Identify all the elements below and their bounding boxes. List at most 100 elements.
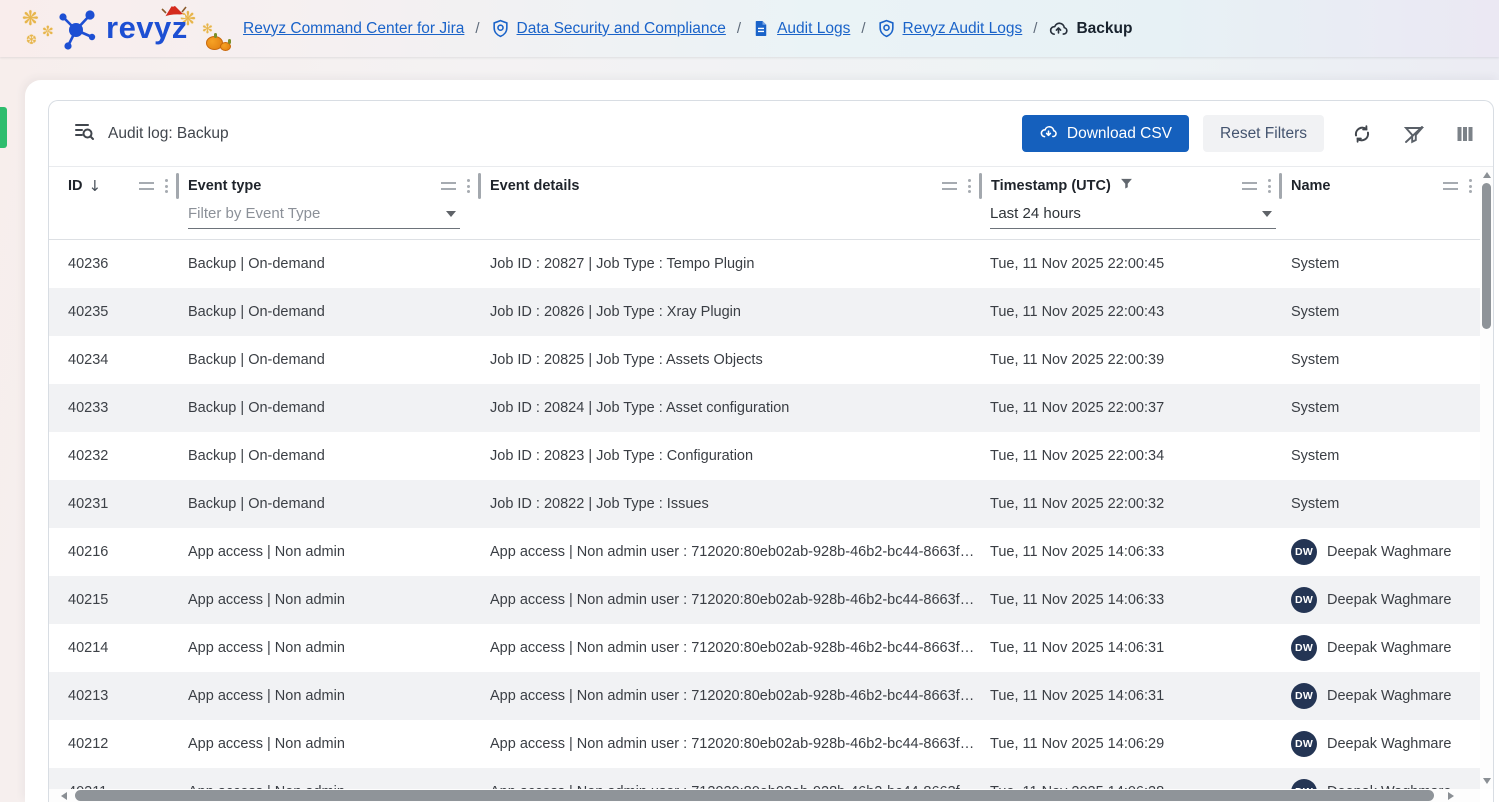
scroll-right-icon[interactable]: [1448, 792, 1454, 800]
row-timestamp: Tue, 11 Nov 2025 14:06:31: [990, 688, 1164, 704]
row-event-type: App access | Non admin: [188, 736, 345, 752]
column-header-event-details[interactable]: Event details: [478, 169, 979, 203]
row-event-details: App access | Non admin user : 712020:80e…: [490, 640, 974, 656]
table-header-row: ID ↓ Event type Event details: [49, 167, 1480, 203]
filter-active-icon[interactable]: [1119, 176, 1134, 196]
shield-icon: [877, 19, 896, 38]
vertical-scrollbar[interactable]: [1480, 167, 1493, 789]
column-divider: [979, 173, 982, 199]
scroll-down-icon[interactable]: [1483, 778, 1491, 784]
column-header-event-type[interactable]: Event type: [176, 169, 478, 203]
row-id: 40235: [68, 304, 108, 320]
toolbar-actions: Download CSV Reset Filters: [1022, 115, 1477, 152]
filter-off-icon[interactable]: [1400, 120, 1428, 148]
column-menu-icon[interactable]: [1469, 179, 1472, 193]
scroll-up-icon[interactable]: [1483, 172, 1491, 178]
event-type-filter-select[interactable]: Filter by Event Type: [188, 205, 460, 229]
row-event-details: App access | Non admin user : 712020:80e…: [490, 688, 974, 704]
row-id: 40215: [68, 592, 108, 608]
table-row[interactable]: 40232 Backup | On-demand Job ID : 20823 …: [49, 432, 1480, 480]
row-event-details: Job ID : 20825 | Job Type : Assets Objec…: [490, 352, 763, 368]
row-event-details: Job ID : 20827 | Job Type : Tempo Plugin: [490, 256, 754, 272]
row-id: 40216: [68, 544, 108, 560]
breadcrumb: Revyz Command Center for Jira / Data Sec…: [243, 0, 1132, 57]
row-event-type: Backup | On-demand: [188, 496, 325, 512]
breadcrumb-item-data-security[interactable]: Data Security and Compliance: [491, 19, 726, 38]
document-icon: [752, 19, 770, 38]
row-event-type: App access | Non admin: [188, 544, 345, 560]
column-drag-handle-icon[interactable]: [1443, 182, 1458, 190]
scroll-left-icon[interactable]: [61, 792, 67, 800]
row-user-name: System: [1291, 400, 1339, 416]
avatar: DW: [1291, 635, 1317, 661]
table-row[interactable]: 40235 Backup | On-demand Job ID : 20826 …: [49, 288, 1480, 336]
avatar: DW: [1291, 539, 1317, 565]
row-event-type: App access | Non admin: [188, 640, 345, 656]
breadcrumb-separator: /: [737, 20, 741, 37]
table-row[interactable]: 40214 App access | Non admin App access …: [49, 624, 1480, 672]
column-drag-handle-icon[interactable]: [1242, 182, 1257, 190]
row-timestamp: Tue, 11 Nov 2025 14:06:29: [990, 736, 1164, 752]
column-header-name[interactable]: Name: [1279, 169, 1480, 203]
sparkle-icon: ❋: [22, 6, 39, 30]
table-row[interactable]: 40233 Backup | On-demand Job ID : 20824 …: [49, 384, 1480, 432]
column-header-timestamp[interactable]: Timestamp (UTC): [979, 169, 1279, 203]
row-id: 40232: [68, 448, 108, 464]
columns-icon[interactable]: [1453, 122, 1477, 146]
horizontal-scrollbar[interactable]: [49, 789, 1480, 802]
reset-filters-button[interactable]: Reset Filters: [1203, 115, 1324, 152]
column-menu-icon[interactable]: [467, 179, 470, 193]
vertical-scrollbar-thumb[interactable]: [1482, 183, 1491, 329]
column-drag-handle-icon[interactable]: [942, 182, 957, 190]
column-menu-icon[interactable]: [165, 179, 168, 193]
sort-desc-icon[interactable]: ↓: [89, 177, 102, 195]
row-timestamp: Tue, 11 Nov 2025 22:00:39: [990, 352, 1164, 368]
row-event-type: Backup | On-demand: [188, 304, 325, 320]
table-row[interactable]: 40234 Backup | On-demand Job ID : 20825 …: [49, 336, 1480, 384]
breadcrumb-item-audit-logs[interactable]: Audit Logs: [752, 19, 850, 38]
download-csv-button[interactable]: Download CSV: [1022, 115, 1189, 152]
table-title-group: Audit log: Backup: [73, 120, 229, 147]
row-event-details: App access | Non admin user : 712020:80e…: [490, 592, 974, 608]
avatar: DW: [1291, 731, 1317, 757]
table-toolbar: Audit log: Backup Download CSV Reset Fil…: [49, 101, 1493, 167]
table-row[interactable]: 40213 App access | Non admin App access …: [49, 672, 1480, 720]
column-menu-icon[interactable]: [968, 179, 971, 193]
revyz-logo[interactable]: ❋ ✼ ❆ ❋ ✻ revyz: [20, 0, 235, 57]
row-event-details: Job ID : 20826 | Job Type : Xray Plugin: [490, 304, 741, 320]
row-event-type: App access | Non admin: [188, 592, 345, 608]
table-title: Audit log: Backup: [108, 125, 229, 143]
row-user-name: Deepak Waghmare: [1327, 640, 1451, 656]
row-id: 40212: [68, 736, 108, 752]
row-event-type: Backup | On-demand: [188, 448, 325, 464]
row-user-name: Deepak Waghmare: [1327, 688, 1451, 704]
table-row[interactable]: 40231 Backup | On-demand Job ID : 20822 …: [49, 480, 1480, 528]
row-user-name: Deepak Waghmare: [1327, 592, 1451, 608]
sparkle-icon: ✻: [202, 22, 213, 37]
chevron-down-icon: [446, 211, 456, 217]
breadcrumb-separator: /: [861, 20, 865, 37]
table-row[interactable]: 40216 App access | Non admin App access …: [49, 528, 1480, 576]
chevron-down-icon: [1262, 211, 1272, 217]
row-id: 40231: [68, 496, 108, 512]
breadcrumb-item-revyz-audit-logs[interactable]: Revyz Audit Logs: [877, 19, 1023, 38]
timestamp-filter-select[interactable]: Last 24 hours: [990, 205, 1276, 229]
refresh-icon[interactable]: [1349, 121, 1375, 147]
row-timestamp: Tue, 11 Nov 2025 14:06:33: [990, 544, 1164, 560]
table-row[interactable]: 40236 Backup | On-demand Job ID : 20827 …: [49, 240, 1480, 288]
top-nav: ❋ ✼ ❆ ❋ ✻ revyz Revyz Command Center: [0, 0, 1499, 57]
breadcrumb-separator: /: [1033, 20, 1037, 37]
row-id: 40214: [68, 640, 108, 656]
row-timestamp: Tue, 11 Nov 2025 22:00:37: [990, 400, 1164, 416]
column-drag-handle-icon[interactable]: [441, 182, 456, 190]
column-menu-icon[interactable]: [1268, 179, 1271, 193]
horizontal-scrollbar-thumb[interactable]: [75, 790, 1434, 801]
table-row[interactable]: 40215 App access | Non admin App access …: [49, 576, 1480, 624]
table-row[interactable]: 40212 App access | Non admin App access …: [49, 720, 1480, 768]
row-timestamp: Tue, 11 Nov 2025 22:00:43: [990, 304, 1164, 320]
breadcrumb-item-command-center[interactable]: Revyz Command Center for Jira: [243, 20, 464, 38]
row-event-details: Job ID : 20823 | Job Type : Configuratio…: [490, 448, 753, 464]
table-filter-row: Filter by Event Type Last 24 hours: [49, 203, 1480, 240]
column-drag-handle-icon[interactable]: [139, 182, 154, 190]
column-header-id[interactable]: ID ↓: [49, 169, 176, 203]
